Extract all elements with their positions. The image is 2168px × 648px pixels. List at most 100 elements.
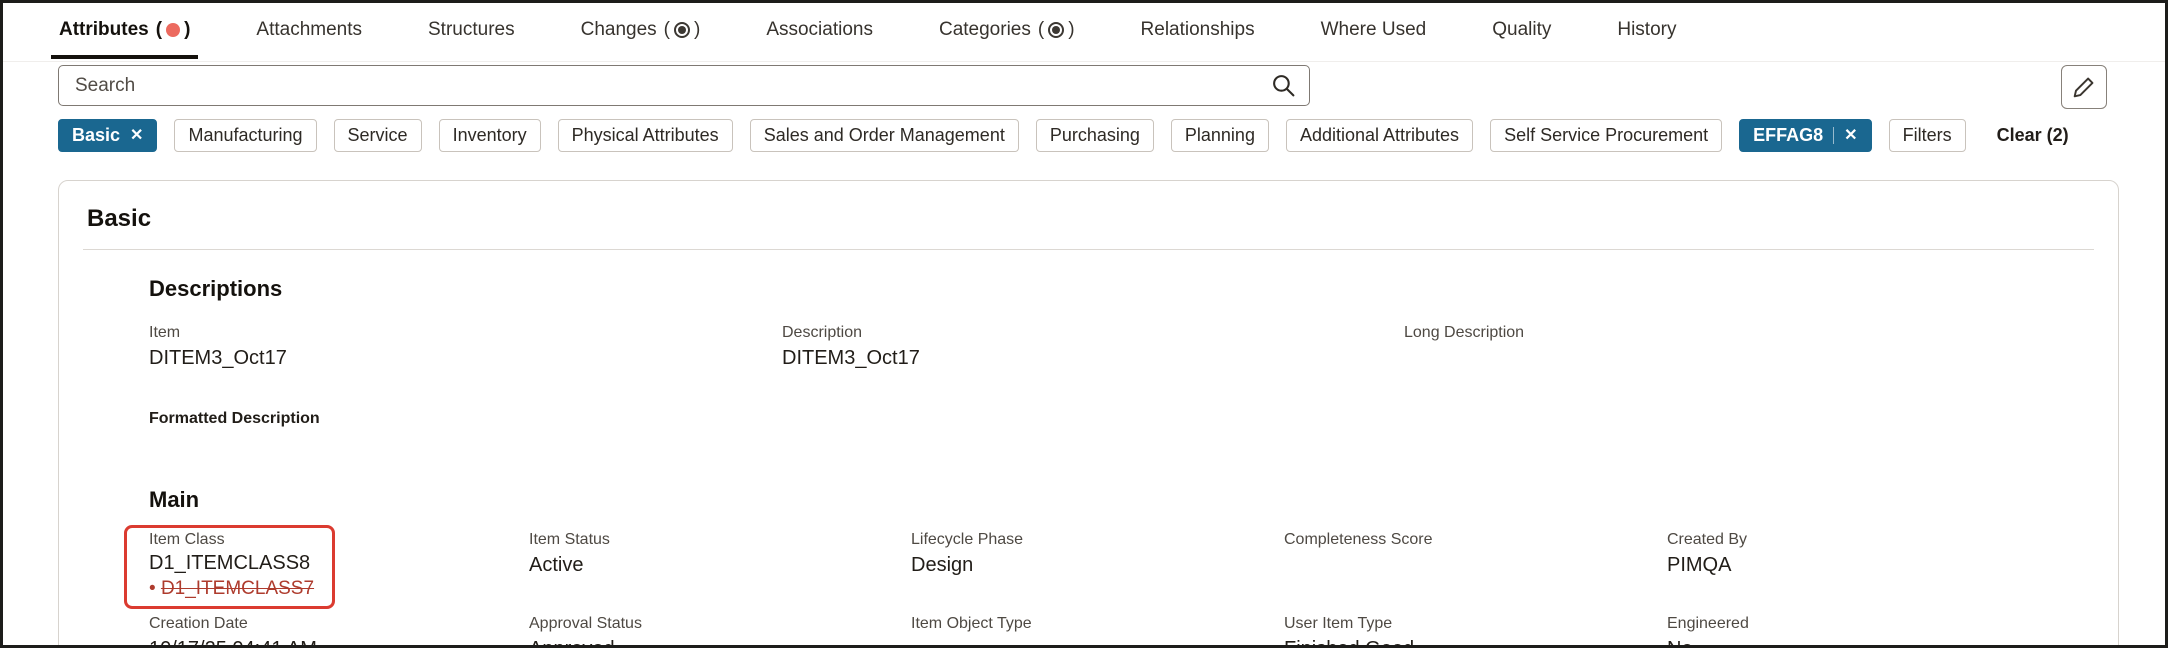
tab-attachments-label: Attachments [256,19,362,40]
field-item-object-type: Item Object Type [911,609,1284,633]
chip-basic[interactable]: Basic ✕ [58,119,158,152]
field-creation-date: Creation Date 10/17/25 04:41 AM [149,609,529,645]
field-item-status: Item Status Active [529,525,911,577]
chip-self-service-procurement-label: Self Service Procurement [1504,125,1709,145]
main-heading: Main [149,486,200,512]
tab-changes[interactable]: Changes [573,7,709,59]
chip-purchasing-label: Purchasing [1049,125,1140,145]
search-icon[interactable] [1271,73,1296,98]
target-icon [1038,19,1075,41]
field-item-class-label: Item Class [149,530,225,548]
chip-physical-attributes[interactable]: Physical Attributes [557,119,733,152]
descriptions-section: Descriptions Item DITEM3_Oct17 Descripti… [59,276,2118,429]
field-engineered: Engineered No [1667,609,2078,645]
tab-where-used-label: Where Used [1320,19,1427,40]
field-creation-date-value: 10/17/25 04:41 AM [149,638,529,645]
tab-relationships[interactable]: Relationships [1133,7,1263,59]
tab-attributes-label: Attributes [59,19,149,40]
filters-button-label: Filters [1902,125,1952,145]
field-description: Description DITEM3_Oct17 [782,324,1404,370]
tab-associations-label: Associations [766,19,873,40]
field-user-item-type-label: User Item Type [1284,615,1393,633]
field-lifecycle-phase-label: Lifecycle Phase [911,530,1024,548]
tab-associations[interactable]: Associations [758,7,881,59]
tab-structures-label: Structures [428,19,515,40]
field-item: Item DITEM3_Oct17 [149,324,782,370]
edit-button[interactable] [2061,65,2107,109]
chip-additional-attributes-label: Additional Attributes [1299,125,1460,145]
tab-quality-label: Quality [1492,19,1552,40]
chip-effag8-label: EFFAG8 [1753,125,1824,145]
chip-inventory-label: Inventory [452,125,527,145]
field-approval-status: Approval Status Approved [529,609,911,645]
field-formatted-description: Formatted Description [149,410,2078,428]
descriptions-fields: Item DITEM3_Oct17 Description DITEM3_Oct… [149,324,2078,370]
field-user-item-type: User Item Type Finished Good [1284,609,1667,645]
tab-structures[interactable]: Structures [420,7,523,59]
field-user-item-type-value: Finished Good [1284,638,1667,645]
chip-effag8[interactable]: EFFAG8 ✕ [1739,119,1872,152]
item-class-annotation-box: Item Class D1_ITEMCLASS8 • D1_ITEMCLASS7 [124,524,336,610]
main-fields-row1: Item Class D1_ITEMCLASS8 • D1_ITEMCLASS7… [124,524,2078,610]
main-section: Main Item Class D1_ITEMCLASS8 • D1_ITEMC… [59,486,2118,645]
chip-manufacturing-label: Manufacturing [188,125,303,145]
field-creation-date-label: Creation Date [149,615,248,633]
tab-where-used[interactable]: Where Used [1313,7,1435,59]
tab-relationships-label: Relationships [1140,19,1255,40]
field-completeness-score: Completeness Score [1284,525,1667,549]
close-icon[interactable]: ✕ [130,127,143,144]
field-long-description-label: Long Description [1404,324,1525,341]
tab-bar: Attributes Attachments Structures Change… [51,7,1684,59]
tab-attributes[interactable]: Attributes [51,7,199,59]
filter-chips-row: Basic ✕ Manufacturing Service Inventory … [58,119,2135,152]
chip-basic-label: Basic [72,125,121,145]
chip-sales-and-order-management[interactable]: Sales and Order Management [749,119,1019,152]
field-created-by: Created By PIMQA [1667,525,2078,577]
tab-quality[interactable]: Quality [1484,7,1559,59]
field-created-by-label: Created By [1667,530,1748,548]
field-item-status-value: Active [529,554,584,577]
chip-planning-label: Planning [1184,125,1255,145]
field-created-by-value: PIMQA [1667,554,1732,577]
chip-planning[interactable]: Planning [1170,119,1269,152]
field-item-label: Item [149,324,181,341]
field-item-class: Item Class D1_ITEMCLASS8 • D1_ITEMCLASS7 [124,524,529,610]
tab-categories[interactable]: Categories [931,7,1083,59]
close-icon[interactable]: ✕ [1844,127,1857,144]
field-completeness-score-label: Completeness Score [1284,530,1433,548]
field-approval-status-label: Approval Status [529,615,642,633]
field-formatted-description-label: Formatted Description [149,410,320,428]
panel-divider [83,249,2094,250]
clear-filters-button[interactable]: Clear (2) [1997,125,2069,146]
chip-service[interactable]: Service [333,119,422,152]
search-input[interactable] [58,65,1310,106]
tab-attachments[interactable]: Attachments [248,7,370,59]
item-class-old-value-text: D1_ITEMCLASS7 [160,578,315,600]
field-approval-status-value: Approved [529,638,911,645]
field-item-class-value: D1_ITEMCLASS8 [149,552,311,575]
tab-history[interactable]: History [1609,7,1684,59]
panel-title: Basic [87,205,152,232]
main-fields-row2: Creation Date 10/17/25 04:41 AM Approval… [149,609,2078,645]
chip-additional-attributes[interactable]: Additional Attributes [1285,119,1474,152]
item-class-old-value: • D1_ITEMCLASS7 [149,578,315,600]
chip-inventory[interactable]: Inventory [438,119,541,152]
chip-physical-attributes-label: Physical Attributes [571,125,719,145]
field-item-object-type-label: Item Object Type [911,615,1032,633]
field-engineered-label: Engineered [1667,615,1749,633]
tab-categories-label: Categories [938,19,1031,40]
item-attributes-screen: Attributes Attachments Structures Change… [0,0,2168,648]
chip-service-label: Service [347,125,408,145]
bullet-marker: • [149,578,156,600]
field-item-value: DITEM3_Oct17 [149,347,287,370]
chip-purchasing[interactable]: Purchasing [1035,119,1154,152]
field-description-label: Description [782,324,863,341]
chip-self-service-procurement[interactable]: Self Service Procurement [1490,119,1723,152]
chip-manufacturing[interactable]: Manufacturing [174,119,317,152]
attributes-panel: Basic Descriptions Item DITEM3_Oct17 Des… [58,180,2119,645]
filters-button[interactable]: Filters [1888,119,1966,152]
search-bar [58,65,1310,106]
field-lifecycle-phase-value: Design [911,554,974,577]
tab-history-label: History [1617,19,1677,40]
field-description-value: DITEM3_Oct17 [782,347,920,370]
